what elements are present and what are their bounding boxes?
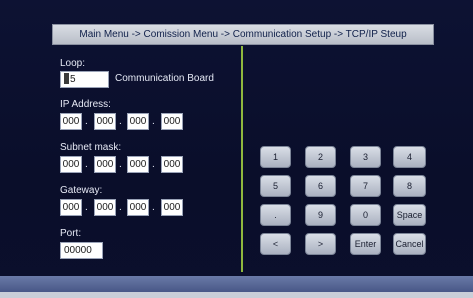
key-5[interactable]: 5 [260, 175, 291, 197]
breadcrumb-title: Main Menu -> Comission Menu -> Communica… [52, 24, 434, 45]
subnet-mask-label: Subnet mask: [60, 142, 122, 153]
loop-label: Loop: [60, 58, 86, 69]
text-cursor [64, 73, 69, 84]
ip-octet-4[interactable]: 000 [161, 113, 183, 130]
key-7[interactable]: 7 [350, 175, 381, 197]
tcpip-setup-screen: Main Menu -> Comission Menu -> Communica… [0, 0, 473, 298]
key-left[interactable]: < [260, 233, 291, 255]
gateway-octet-3[interactable]: 000 [127, 199, 149, 216]
key-0[interactable]: 0 [350, 204, 381, 226]
subnet-separator: . [85, 159, 88, 170]
key-6[interactable]: 6 [305, 175, 336, 197]
subnet-octet-1[interactable]: 000 [60, 156, 82, 173]
subnet-separator: . [119, 159, 122, 170]
vertical-divider [241, 46, 243, 272]
gateway-octet-4[interactable]: 000 [161, 199, 183, 216]
bottom-strip [0, 292, 473, 298]
key-8[interactable]: 8 [393, 175, 426, 197]
subnet-separator: . [152, 159, 155, 170]
gateway-separator: . [152, 202, 155, 213]
communication-board-label: Communication Board [115, 73, 214, 84]
gateway-label: Gateway: [60, 185, 103, 196]
ip-separator: . [152, 116, 155, 127]
key-4[interactable]: 4 [393, 146, 426, 168]
key-1[interactable]: 1 [260, 146, 291, 168]
subnet-octet-3[interactable]: 000 [127, 156, 149, 173]
key-9[interactable]: 9 [305, 204, 336, 226]
port-field[interactable]: 00000 [60, 242, 103, 259]
ip-octet-3[interactable]: 000 [127, 113, 149, 130]
loop-value: 5 [70, 74, 76, 85]
key-3[interactable]: 3 [350, 146, 381, 168]
ip-separator: . [85, 116, 88, 127]
gateway-octet-2[interactable]: 000 [94, 199, 116, 216]
gateway-separator: . [85, 202, 88, 213]
key-2[interactable]: 2 [305, 146, 336, 168]
key-enter[interactable]: Enter [350, 233, 381, 255]
port-label: Port: [60, 228, 82, 239]
subnet-octet-4[interactable]: 000 [161, 156, 183, 173]
ip-separator: . [119, 116, 122, 127]
gateway-octet-1[interactable]: 000 [60, 199, 82, 216]
gateway-separator: . [119, 202, 122, 213]
ip-octet-2[interactable]: 000 [94, 113, 116, 130]
ip-octet-1[interactable]: 000 [60, 113, 82, 130]
loop-field[interactable]: 5 [60, 71, 109, 88]
subnet-octet-2[interactable]: 000 [94, 156, 116, 173]
key-cancel[interactable]: Cancel [393, 233, 426, 255]
key-right[interactable]: > [305, 233, 336, 255]
key-dot[interactable]: . [260, 204, 291, 226]
ip-address-label: IP Address: [60, 99, 111, 110]
key-space[interactable]: Space [393, 204, 426, 226]
